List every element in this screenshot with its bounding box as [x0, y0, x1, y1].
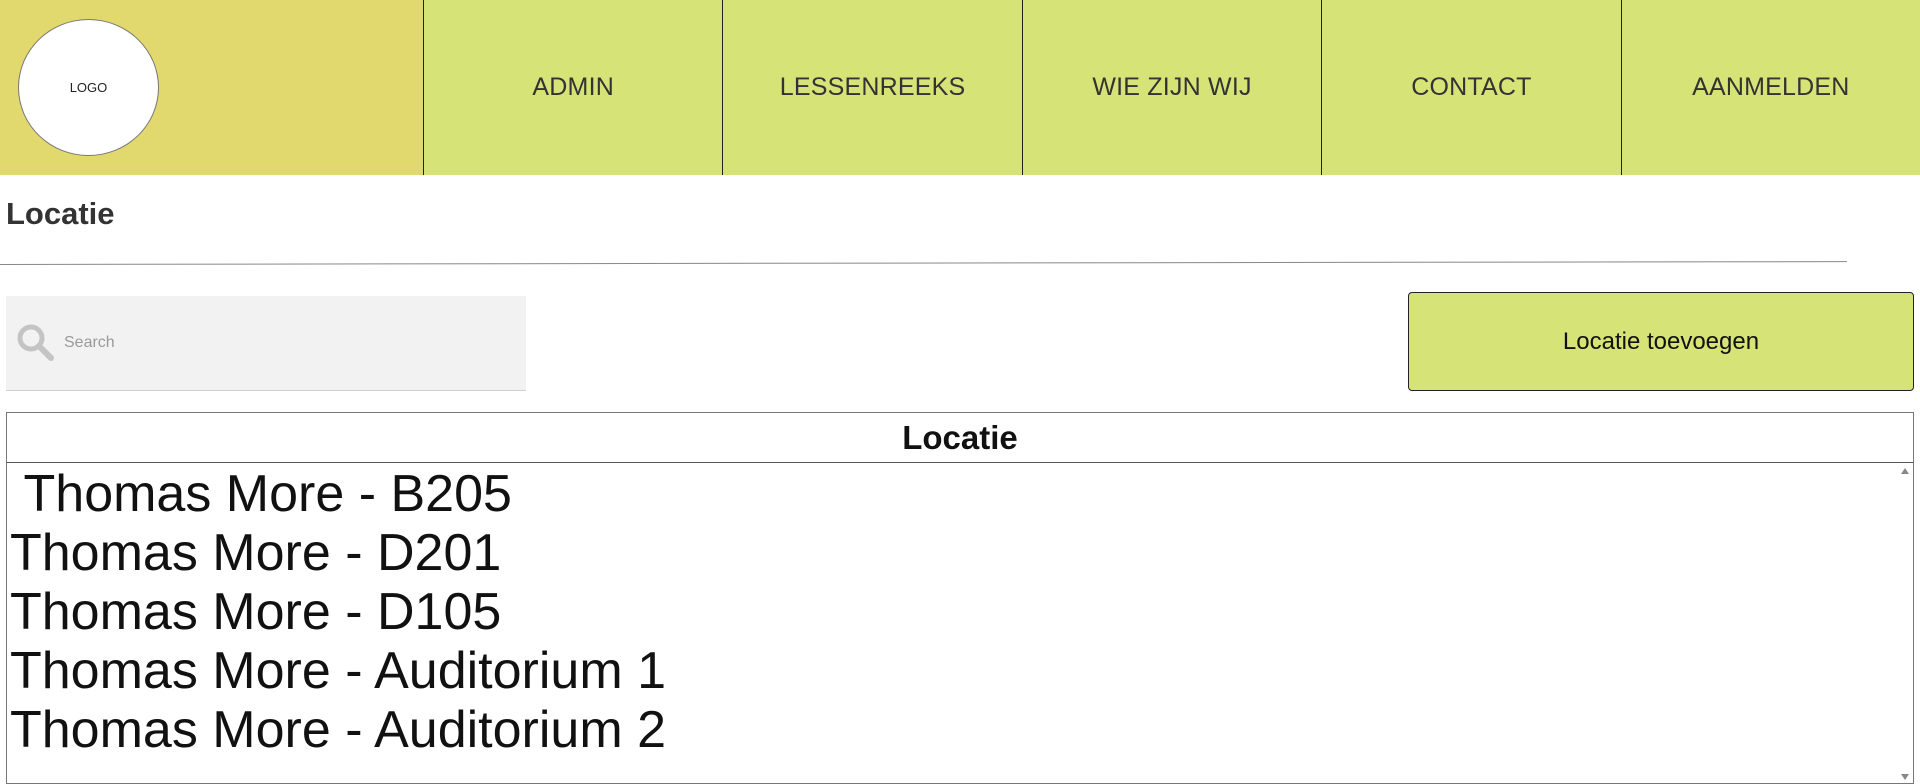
search-icon [17, 324, 54, 361]
location-table: Locatie Thomas More - B205 Thomas More -… [6, 412, 1914, 784]
table-row[interactable]: Thomas More - Auditorium 1 [7, 642, 1913, 701]
nav-item-contact[interactable]: CONTACT [1321, 0, 1620, 175]
table-row[interactable]: Thomas More - B205 [7, 465, 1913, 524]
title-divider [0, 261, 1847, 265]
table-row[interactable]: Thomas More - D201 [7, 524, 1913, 583]
table-rows: Thomas More - B205 Thomas More - D201 Th… [7, 463, 1913, 760]
table-header-location: Locatie [7, 413, 1913, 463]
add-location-button[interactable]: Locatie toevoegen [1408, 292, 1914, 391]
nav-item-aanmelden[interactable]: AANMELDEN [1620, 0, 1920, 175]
logo[interactable]: LOGO [18, 19, 159, 156]
logo-area: LOGO [0, 0, 423, 175]
nav-item-lessenreeks[interactable]: LESSENREEKS [722, 0, 1021, 175]
search-box[interactable] [6, 296, 526, 391]
site-header: LOGO ADMIN LESSENREEKS WIE ZIJN WIJ CONT… [0, 0, 1920, 175]
main-nav: ADMIN LESSENREEKS WIE ZIJN WIJ CONTACT A… [423, 0, 1920, 175]
table-scrollbar[interactable] [1897, 463, 1913, 783]
nav-item-wie-zijn-wij[interactable]: WIE ZIJN WIJ [1021, 0, 1321, 175]
page-title: Locatie [6, 196, 115, 231]
table-row[interactable]: Thomas More - Auditorium 2 [7, 701, 1913, 760]
table-row[interactable]: Thomas More - D105 [7, 583, 1913, 642]
nav-item-admin[interactable]: ADMIN [423, 0, 722, 175]
table-body[interactable]: Thomas More - B205 Thomas More - D201 Th… [7, 463, 1913, 783]
search-input[interactable] [62, 333, 502, 353]
scroll-down-arrow-icon[interactable] [1901, 774, 1909, 780]
scroll-up-arrow-icon[interactable] [1901, 468, 1909, 474]
